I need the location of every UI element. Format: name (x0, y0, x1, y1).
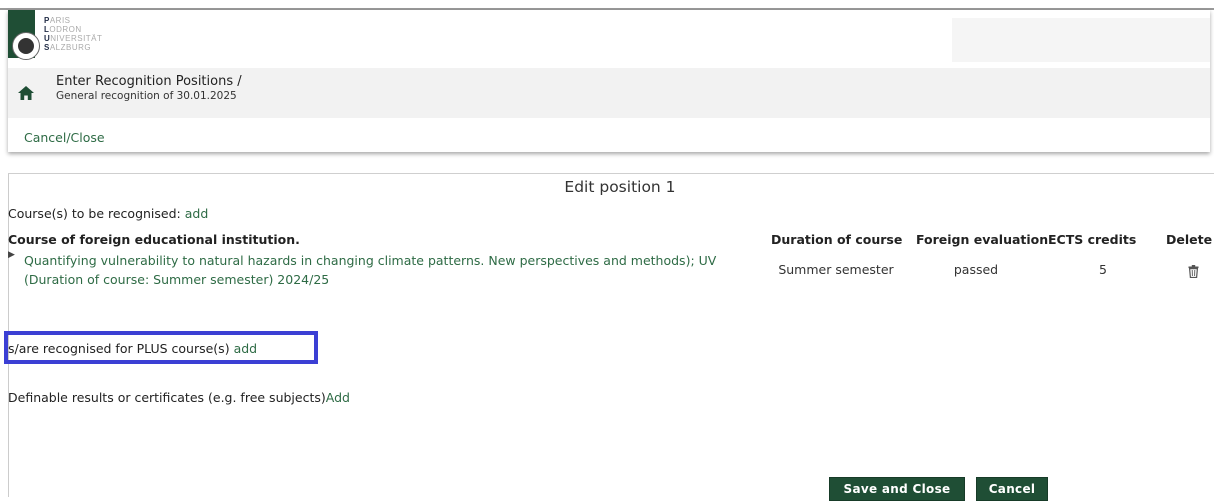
courses-to-recognise-row: Course(s) to be recognised: add (8, 206, 208, 221)
ects-cell: 5 (1048, 262, 1158, 277)
definable-results-row: Definable results or certificates (e.g. … (8, 390, 350, 405)
col-header-evaluation: Foreign evaluation (916, 232, 1048, 247)
evaluation-cell: passed (916, 262, 1036, 277)
add-course-link[interactable]: add (185, 206, 209, 221)
plus-course-row: s/are recognised for PLUS course(s) add (8, 341, 257, 356)
page-title: Enter Recognition Positions / (56, 74, 242, 89)
window-top-edge (0, 0, 1214, 10)
duration-cell: Summer semester (771, 262, 901, 277)
col-header-duration: Duration of course (771, 232, 902, 247)
add-plus-course-link[interactable]: add (234, 341, 258, 356)
col-header-ects: ECTS credits (1048, 232, 1136, 247)
seal-icon (12, 32, 40, 60)
expand-triangle-icon[interactable]: ▶ (8, 250, 15, 260)
definable-results-label: Definable results or certificates (e.g. … (8, 390, 326, 405)
university-logo[interactable] (8, 10, 35, 58)
content-divider (8, 173, 1214, 174)
add-definable-results-link[interactable]: Add (326, 390, 350, 405)
header-user-area (952, 18, 1210, 62)
logo-row: PARIS LODRON UNIVERSITÄT SALZBURG (8, 10, 1210, 68)
breadcrumb: Enter Recognition Positions / General re… (8, 68, 1210, 118)
cancel-close-link[interactable]: Cancel/Close (24, 130, 105, 145)
trash-icon[interactable] (1188, 265, 1199, 278)
app-header: PARIS LODRON UNIVERSITÄT SALZBURG Enter … (8, 10, 1210, 152)
page-subtitle: General recognition of 30.01.2025 (56, 90, 237, 102)
logo-wordmark: PARIS LODRON UNIVERSITÄT SALZBURG (44, 16, 102, 52)
col-header-course: Course of foreign educational institutio… (8, 232, 300, 247)
save-and-close-button[interactable]: Save and Close (829, 477, 965, 501)
courses-to-recognise-label: Course(s) to be recognised: (8, 206, 185, 221)
col-header-delete: Delete (1166, 232, 1212, 247)
course-title-link[interactable]: Quantifying vulnerability to natural haz… (24, 251, 769, 289)
cancel-button[interactable]: Cancel (976, 477, 1048, 501)
actions-bar: Cancel/Close (8, 118, 1210, 152)
plus-course-label: s/are recognised for PLUS course(s) (8, 341, 234, 356)
home-icon[interactable] (18, 86, 34, 100)
edit-position-title: Edit position 1 (0, 178, 1214, 196)
